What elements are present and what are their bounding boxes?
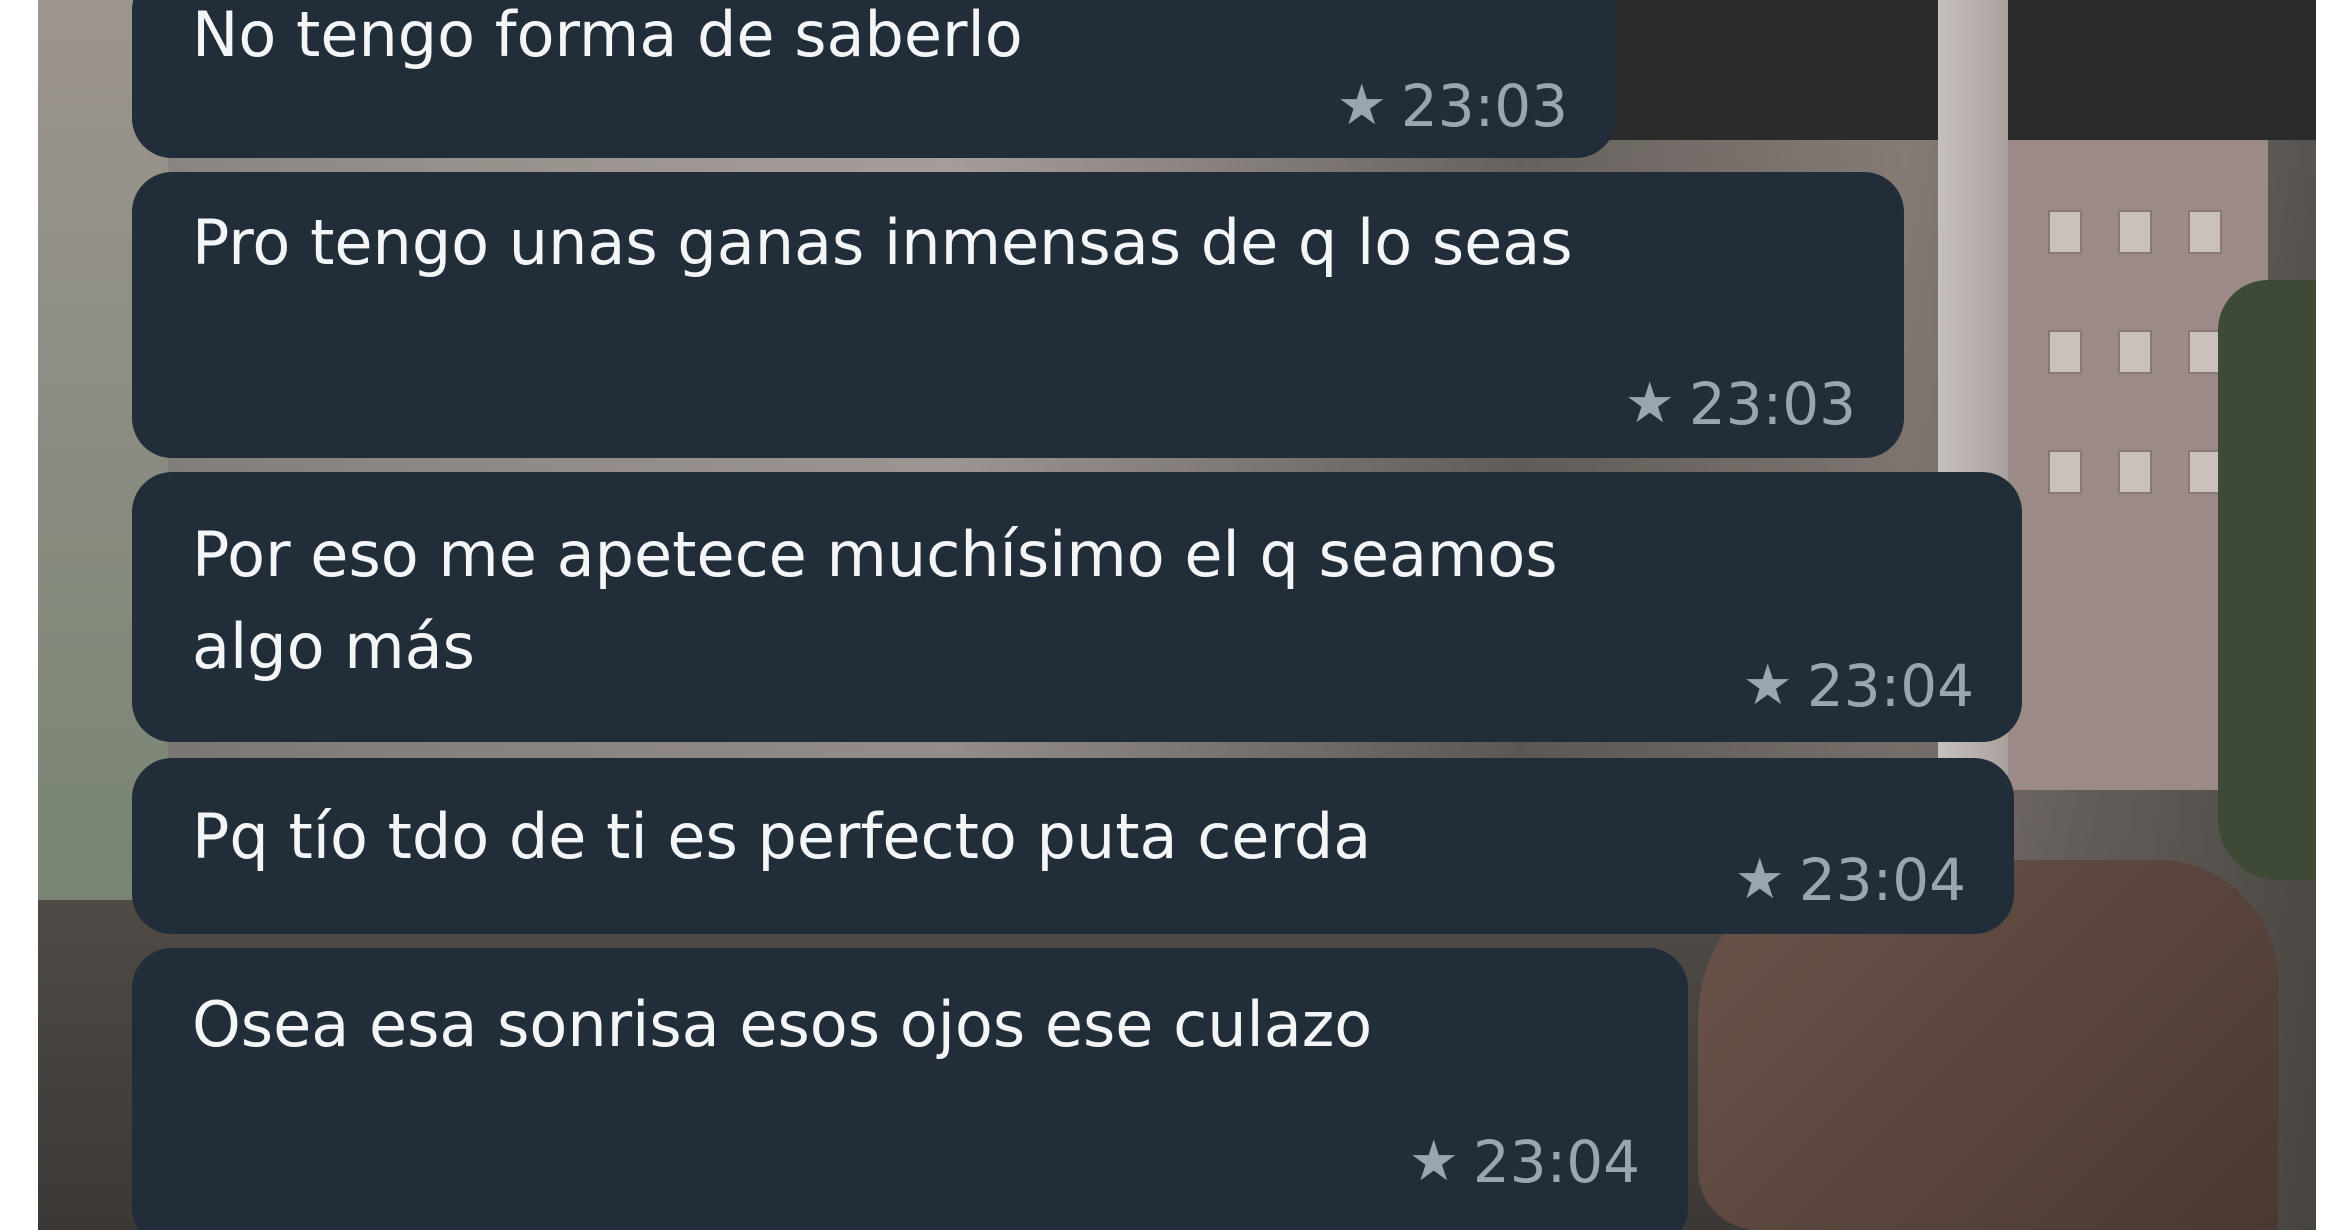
message-text-line-1: Por eso me apetece muchísimo el q seamos — [192, 518, 1558, 591]
message-text: Pq tío tdo de ti es perfecto puta cerda — [192, 800, 1372, 873]
star-icon: ★ — [1742, 653, 1793, 718]
message-text: Osea esa sonrisa esos ojos ese culazo — [192, 988, 1373, 1061]
background-window — [2118, 330, 2152, 374]
message-text-line-2: algo más — [192, 610, 475, 683]
star-icon: ★ — [1734, 847, 1785, 912]
message-meta: ★ 23:03 — [1337, 72, 1568, 140]
message-time: 23:04 — [1798, 846, 1966, 914]
message-meta: ★ 23:04 — [1409, 1128, 1640, 1196]
background-window — [2118, 450, 2152, 494]
message-bubble[interactable]: Por eso me apetece muchísimo el q seamos… — [132, 472, 2022, 742]
star-icon: ★ — [1408, 1129, 1459, 1194]
message-bubble[interactable]: Pq tío tdo de ti es perfecto puta cerda … — [132, 758, 2014, 934]
message-time: 23:04 — [1472, 1128, 1640, 1196]
message-meta: ★ 23:04 — [1743, 652, 1974, 720]
message-bubble[interactable]: Pro tengo unas ganas inmensas de q lo se… — [132, 172, 1904, 458]
message-time: 23:03 — [1688, 370, 1856, 438]
chat-area: No tengo forma de saberlo ★ 23:03 Pro te… — [38, 0, 2316, 1230]
background-window — [2188, 330, 2222, 374]
message-time: 23:03 — [1400, 72, 1568, 140]
star-icon: ★ — [1624, 371, 1675, 436]
message-time: 23:04 — [1806, 652, 1974, 720]
background-tree — [2218, 280, 2316, 880]
message-meta: ★ 23:03 — [1625, 370, 1856, 438]
background-window — [2048, 450, 2082, 494]
star-icon: ★ — [1336, 73, 1387, 138]
message-bubble[interactable]: No tengo forma de saberlo ★ 23:03 — [132, 0, 1616, 158]
background-window — [2048, 210, 2082, 254]
background-window — [2188, 450, 2222, 494]
message-bubble[interactable]: Osea esa sonrisa esos ojos ese culazo ★ … — [132, 948, 1688, 1230]
background-window — [2188, 210, 2222, 254]
message-text: Pro tengo unas ganas inmensas de q lo se… — [192, 206, 1573, 279]
background-window — [2048, 330, 2082, 374]
message-text: No tengo forma de saberlo — [192, 0, 1023, 71]
message-meta: ★ 23:04 — [1735, 846, 1966, 914]
background-window — [2118, 210, 2152, 254]
